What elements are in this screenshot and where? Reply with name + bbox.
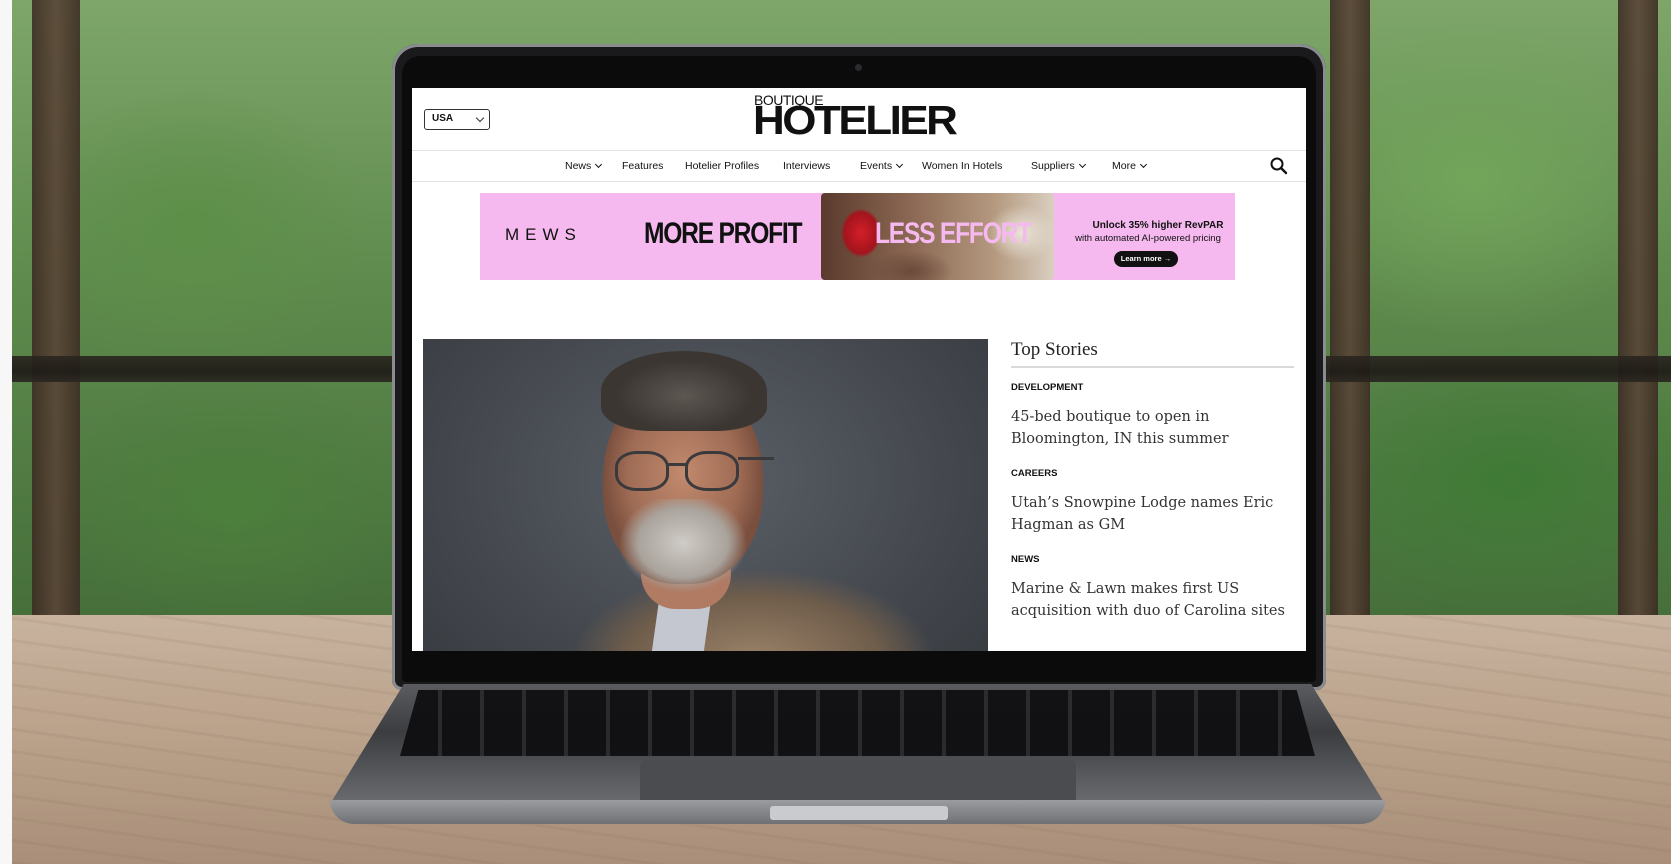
- ad-headline-1: MORE PROFIT: [644, 217, 803, 250]
- laptop-base-notch: [770, 806, 948, 820]
- top-stories-panel: Top Stories DEVELOPMENT 45-bed boutique …: [1011, 339, 1294, 622]
- hero-figure-hair: [601, 351, 767, 431]
- hero-figure-beard: [619, 499, 747, 599]
- nav-item-label: Women In Hotels: [922, 160, 1003, 172]
- chevron-down-icon: [475, 113, 485, 123]
- laptop-keyboard: [400, 690, 1315, 756]
- ad-copy-1: Unlock 35% higher RevPAR: [1092, 220, 1224, 231]
- site-logo[interactable]: BOUTIQUE HOTELIER: [753, 92, 958, 146]
- story-title-link[interactable]: 45-bed boutique to open in Bloomington, …: [1011, 406, 1294, 450]
- ad-brand: MEWS: [505, 225, 582, 244]
- nav-item-suppliers[interactable]: Suppliers: [1031, 160, 1086, 172]
- hero-figure-glasses: [615, 451, 669, 491]
- nav-item-hotelier-profiles[interactable]: Hotelier Profiles: [685, 160, 759, 172]
- nav-item-women-in-hotels[interactable]: Women In Hotels: [922, 160, 1002, 172]
- nav-item-more[interactable]: More: [1112, 160, 1147, 172]
- laptop-screen: USA BOUTIQUE HOTELIER News Features Hote…: [412, 88, 1306, 651]
- ad-headline-2: LESS EFFORT: [875, 217, 1032, 250]
- chevron-down-icon: [595, 160, 603, 169]
- chevron-down-icon: [896, 160, 904, 169]
- window-post: [1330, 0, 1370, 615]
- nav-item-interviews[interactable]: Interviews: [783, 160, 830, 172]
- story-title-link[interactable]: Utah’s Snowpine Lodge names Eric Hagman …: [1011, 492, 1294, 536]
- region-select-value: USA: [432, 113, 454, 124]
- story-category[interactable]: CAREERS: [1011, 468, 1294, 479]
- main-nav: News Features Hotelier Profiles Intervie…: [412, 152, 1306, 182]
- nav-item-label: More: [1112, 160, 1136, 172]
- story-category[interactable]: NEWS: [1011, 554, 1294, 565]
- nav-item-label: News: [565, 160, 592, 172]
- nav-item-events[interactable]: Events: [860, 160, 904, 172]
- ad-copy-2: with automated AI-powered pricing: [1075, 233, 1221, 244]
- nav-item-label: Features: [622, 160, 664, 172]
- hero-figure-glasses: [667, 463, 687, 466]
- site-header: USA BOUTIQUE HOTELIER: [412, 88, 1306, 151]
- hero-figure-glasses: [738, 457, 774, 460]
- region-select[interactable]: USA: [424, 109, 490, 130]
- story-item: NEWS Marine & Lawn makes first US acquis…: [1011, 554, 1294, 622]
- chevron-down-icon: [1078, 160, 1086, 169]
- window-post: [32, 0, 80, 615]
- nav-item-label: Hotelier Profiles: [685, 160, 760, 172]
- story-item: CAREERS Utah’s Snowpine Lodge names Eric…: [1011, 468, 1294, 536]
- nav-item-news[interactable]: News: [565, 160, 603, 172]
- camera-icon: [855, 64, 862, 71]
- nav-item-label: Events: [860, 160, 893, 172]
- nav-item-features[interactable]: Features: [622, 160, 663, 172]
- story-title-link[interactable]: Marine & Lawn makes first US acquisition…: [1011, 578, 1294, 622]
- hero-figure-glasses: [685, 451, 739, 491]
- top-stories-heading: Top Stories: [1011, 339, 1294, 368]
- advertisement-banner[interactable]: MEWS MORE PROFIT LESS EFFORT Unlock 35% …: [480, 193, 1235, 280]
- window-post: [1618, 0, 1658, 615]
- wall-edge: [0, 0, 12, 864]
- hero-image[interactable]: [423, 339, 988, 651]
- nav-item-label: Suppliers: [1031, 160, 1075, 172]
- nav-item-label: Interviews: [783, 160, 831, 172]
- story-category[interactable]: DEVELOPMENT: [1011, 382, 1294, 393]
- hero-figure-jacket: [573, 569, 933, 651]
- logo-main-text: HOTELIER: [753, 98, 958, 144]
- story-item: DEVELOPMENT 45-bed boutique to open in B…: [1011, 382, 1294, 450]
- camera-notch: [806, 56, 912, 86]
- laptop-trackpad: [640, 760, 1076, 804]
- ad-learn-more-button[interactable]: Learn more →: [1114, 251, 1178, 267]
- search-icon[interactable]: [1269, 156, 1289, 176]
- chevron-down-icon: [1139, 160, 1147, 169]
